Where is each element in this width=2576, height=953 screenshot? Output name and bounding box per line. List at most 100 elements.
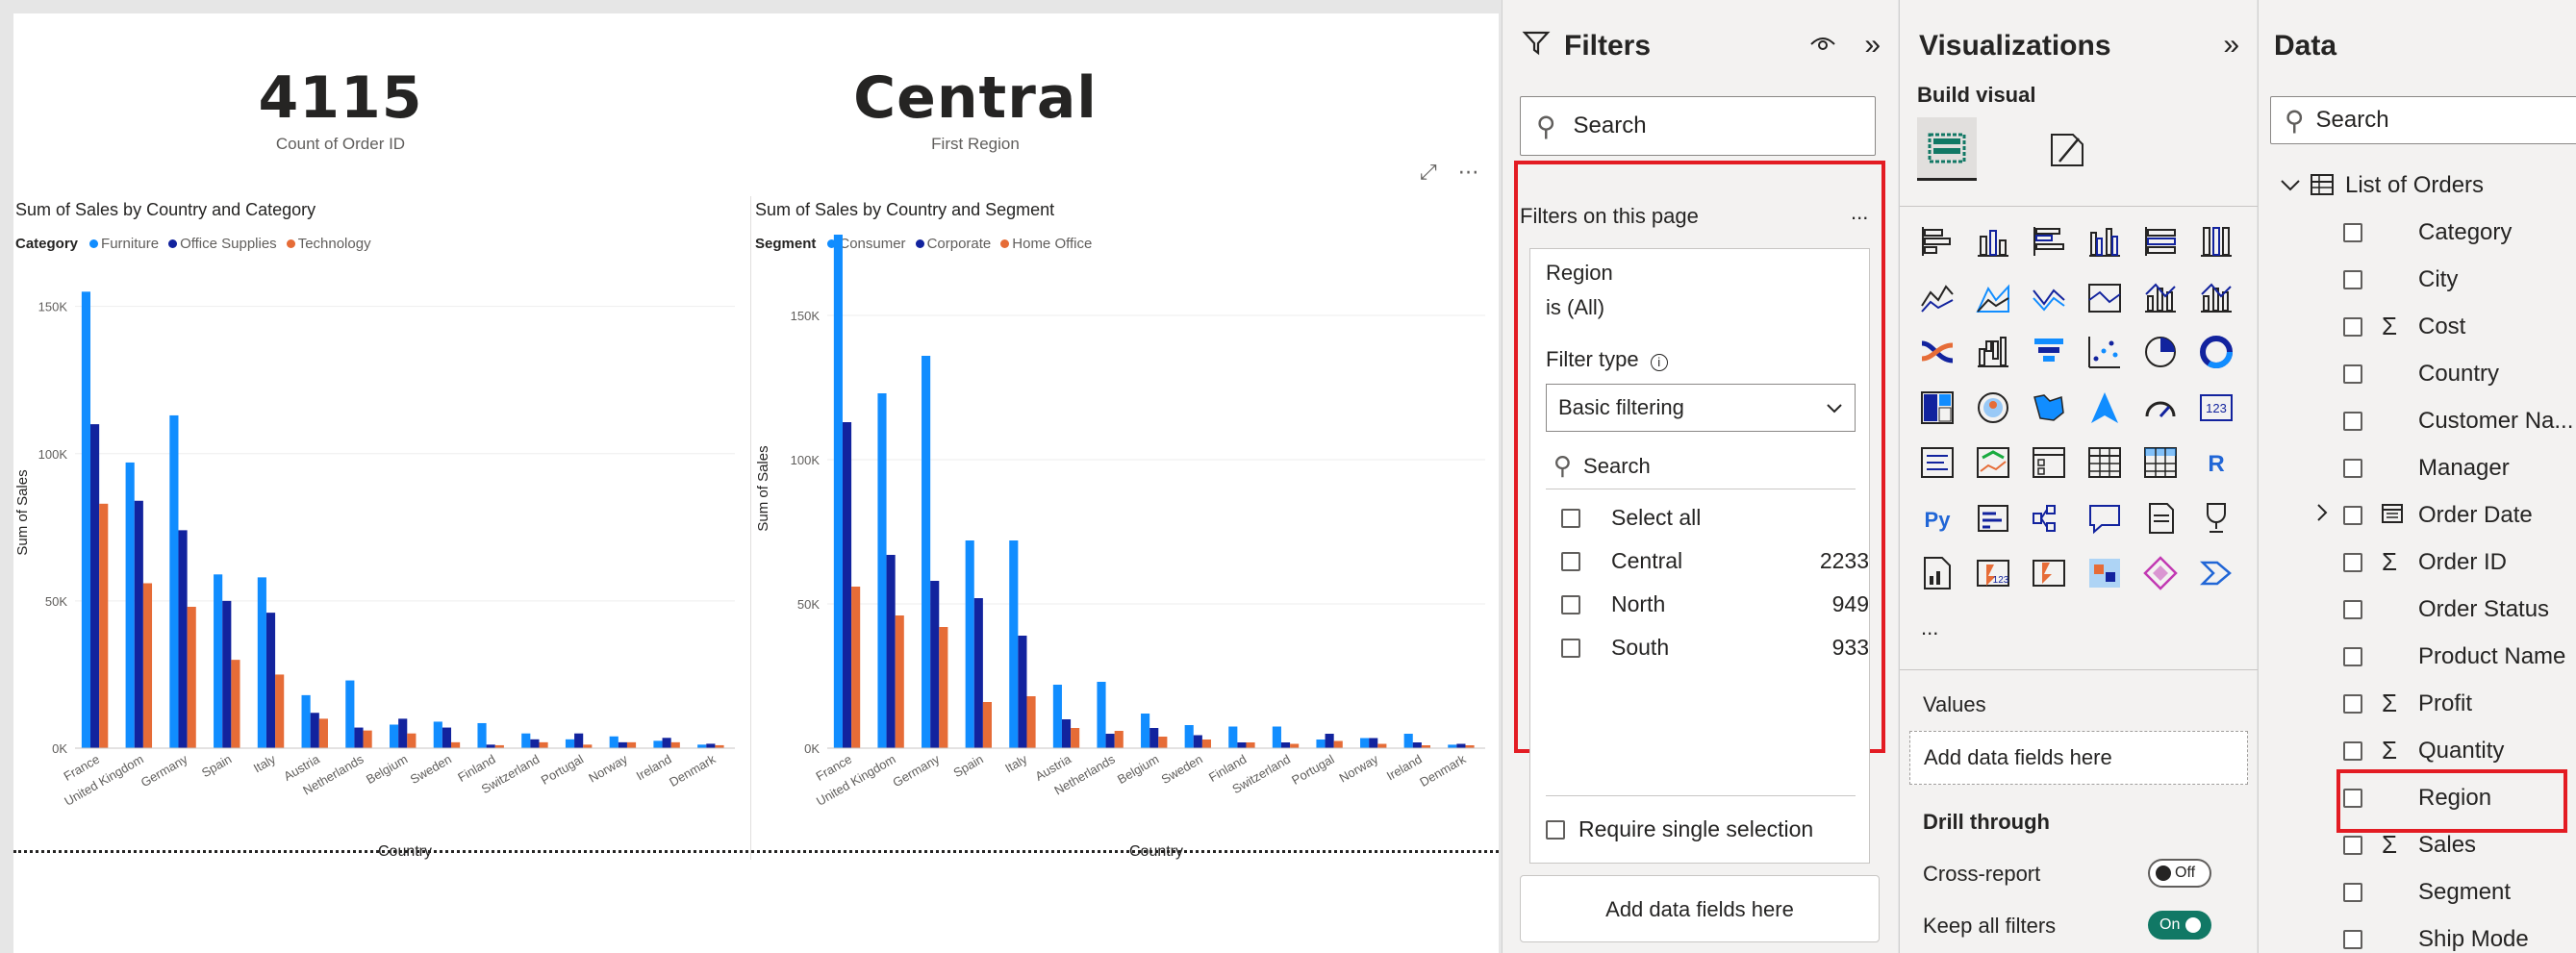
- bar[interactable]: [1237, 742, 1247, 748]
- paginated-report-visual-icon[interactable]: [1917, 553, 1957, 593]
- power-apps-visual-icon[interactable]: 123: [1973, 553, 2013, 593]
- bar[interactable]: [433, 721, 442, 748]
- bar[interactable]: [398, 718, 408, 748]
- checkbox[interactable]: [2343, 316, 2362, 337]
- qa-visual-icon[interactable]: [2084, 498, 2125, 539]
- bar[interactable]: [1325, 734, 1334, 748]
- bar[interactable]: [486, 744, 495, 748]
- filters-search-input[interactable]: ⚲ Search: [1520, 96, 1876, 156]
- checkbox[interactable]: [1561, 638, 1580, 658]
- 100-stacked-column-chart-icon[interactable]: [2196, 221, 2236, 262]
- decomposition-tree-visual-icon[interactable]: [2029, 498, 2069, 539]
- ribbon-chart-icon[interactable]: [1917, 332, 1957, 372]
- narrative-visual-icon[interactable]: [2140, 498, 2181, 539]
- area-chart-icon[interactable]: [1973, 277, 2013, 317]
- bar[interactable]: [301, 694, 311, 748]
- donut-chart-icon[interactable]: [2196, 332, 2236, 372]
- info-icon[interactable]: i: [1650, 354, 1668, 371]
- bar[interactable]: [169, 414, 179, 748]
- bar[interactable]: [1158, 737, 1168, 748]
- scatter-chart-icon[interactable]: [2084, 332, 2125, 372]
- field-product-name[interactable]: Product Name: [2259, 633, 2576, 680]
- bar[interactable]: [1149, 728, 1159, 748]
- bar[interactable]: [1290, 743, 1300, 749]
- checkbox[interactable]: [1561, 594, 1580, 614]
- field-ship-mode[interactable]: Ship Mode: [2259, 915, 2576, 953]
- checkbox[interactable]: [1561, 508, 1580, 528]
- bar[interactable]: [922, 356, 931, 748]
- bar[interactable]: [354, 727, 364, 748]
- bar[interactable]: [310, 713, 319, 748]
- python-visual-icon[interactable]: Py: [1917, 498, 1957, 539]
- bar[interactable]: [626, 741, 637, 748]
- bar[interactable]: [1272, 726, 1281, 749]
- bar[interactable]: [1193, 735, 1202, 749]
- bar[interactable]: [618, 741, 627, 748]
- stacked-bar-chart-icon[interactable]: [1917, 221, 1957, 262]
- custom-visual-a-icon[interactable]: [2084, 553, 2125, 593]
- bar[interactable]: [178, 530, 188, 748]
- require-single-selection[interactable]: Require single selection: [1546, 816, 1854, 842]
- bar[interactable]: [1333, 740, 1343, 749]
- field-manager[interactable]: Manager: [2259, 444, 2576, 491]
- bar[interactable]: [187, 607, 196, 748]
- bar[interactable]: [1403, 734, 1413, 748]
- card-first-region[interactable]: Central First Region: [831, 67, 1120, 154]
- 100-stacked-area-chart-icon[interactable]: [2084, 277, 2125, 317]
- data-search-input[interactable]: ⚲ Search: [2270, 96, 2576, 144]
- bar[interactable]: [982, 702, 992, 748]
- legend-item[interactable]: Technology: [286, 236, 371, 252]
- bar[interactable]: [1456, 743, 1466, 749]
- bar[interactable]: [222, 600, 232, 748]
- bar[interactable]: [1052, 685, 1062, 748]
- bar[interactable]: [1141, 714, 1150, 748]
- bar[interactable]: [1071, 728, 1080, 748]
- field-order-status[interactable]: Order Status: [2259, 586, 2576, 633]
- filter-option[interactable]: North 949: [1561, 591, 1869, 617]
- bar[interactable]: [99, 503, 109, 748]
- bar[interactable]: [877, 393, 887, 748]
- map-chart-icon[interactable]: [1973, 388, 2013, 428]
- checkbox[interactable]: [2343, 411, 2362, 431]
- field-segment[interactable]: Segment: [2259, 868, 2576, 915]
- legend-item[interactable]: Office Supplies: [168, 236, 277, 252]
- bar[interactable]: [842, 422, 852, 748]
- kpi-visual-icon[interactable]: [1973, 442, 2013, 483]
- bar[interactable]: [318, 718, 328, 748]
- bar[interactable]: [1061, 719, 1072, 748]
- bar[interactable]: [407, 733, 417, 748]
- checkbox[interactable]: [2343, 835, 2362, 855]
- bar[interactable]: [231, 660, 240, 748]
- multi-row-card-icon[interactable]: [1917, 442, 1957, 483]
- bar[interactable]: [134, 500, 143, 748]
- bar[interactable]: [442, 727, 452, 748]
- power-automate-visual-icon[interactable]: [2029, 553, 2069, 593]
- gauge-chart-icon[interactable]: [2140, 388, 2181, 428]
- stacked-column-chart-icon[interactable]: [1973, 221, 2013, 262]
- bar[interactable]: [451, 741, 461, 748]
- field-city[interactable]: City: [2259, 256, 2576, 303]
- bar[interactable]: [609, 736, 619, 748]
- chart1-plot[interactable]: 0K50K100K150KSum of SalesFranceUnited Ki…: [13, 273, 746, 869]
- checkbox[interactable]: [1546, 819, 1565, 840]
- bar[interactable]: [895, 615, 904, 748]
- bar[interactable]: [1280, 742, 1291, 748]
- filter-option-select-all[interactable]: Select all: [1561, 505, 1869, 531]
- keep-all-filters-toggle[interactable]: On: [2148, 911, 2211, 940]
- checkbox[interactable]: [2343, 599, 2362, 619]
- bar[interactable]: [1026, 696, 1036, 748]
- table-list-of-orders[interactable]: List of Orders: [2259, 162, 2576, 209]
- bar[interactable]: [1114, 731, 1124, 748]
- card-visual-icon[interactable]: 123: [2196, 388, 2236, 428]
- line-clustered-column-chart-icon[interactable]: [2140, 277, 2181, 317]
- filter-type-dropdown[interactable]: Basic filtering: [1546, 384, 1856, 432]
- bar[interactable]: [265, 613, 276, 748]
- checkbox[interactable]: [2343, 364, 2362, 384]
- field-quantity[interactable]: Σ Quantity: [2259, 727, 2576, 774]
- filter-option[interactable]: Central 2233: [1561, 548, 1869, 574]
- more-options-icon[interactable]: ⋯: [1458, 160, 1479, 185]
- field-order-date[interactable]: Order Date: [2259, 491, 2576, 539]
- checkbox[interactable]: [2343, 552, 2362, 572]
- bar[interactable]: [1105, 734, 1115, 748]
- card-count-order-id[interactable]: 4115 Count of Order ID: [206, 67, 475, 154]
